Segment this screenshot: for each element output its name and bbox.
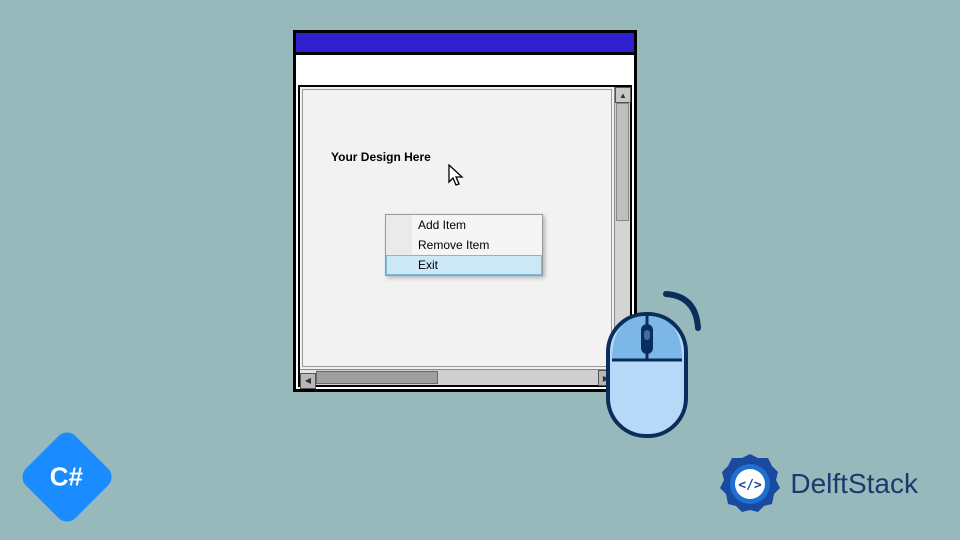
menu-item-label: Remove Item [418,238,489,252]
menubar [296,55,634,83]
menu-item-label: Add Item [418,218,466,232]
designer-window: Your Design Here Add Item Remove Item Ex… [293,30,637,392]
csharp-badge: C# [18,428,117,527]
menu-item-exit[interactable]: Exit [386,255,542,275]
csharp-label: C# [50,462,83,493]
menu-item-remove[interactable]: Remove Item [386,235,542,255]
delftstack-logo: </> DelftStack [718,452,918,516]
horizontal-scroll-track[interactable] [316,370,614,385]
design-placeholder-label: Your Design Here [331,150,431,164]
gear-icon: </> [718,452,782,516]
menu-item-label: Exit [418,258,438,272]
svg-text:</>: </> [739,478,763,493]
scroll-left-button[interactable]: ◀ [300,373,316,389]
mouse-icon [594,288,714,448]
design-surface[interactable]: Your Design Here Add Item Remove Item Ex… [298,85,632,387]
menu-item-add[interactable]: Add Item [386,215,542,235]
horizontal-scroll-thumb[interactable] [316,371,438,384]
scroll-up-button[interactable]: ▲ [615,87,631,103]
delftstack-text: DelftStack [790,468,918,500]
horizontal-scrollbar[interactable]: ◀ ▶ [300,369,630,385]
context-menu: Add Item Remove Item Exit [385,214,543,276]
design-canvas[interactable]: Your Design Here Add Item Remove Item Ex… [302,89,612,367]
cursor-icon [448,164,468,190]
vertical-scroll-thumb[interactable] [616,103,629,221]
titlebar[interactable] [296,33,634,55]
